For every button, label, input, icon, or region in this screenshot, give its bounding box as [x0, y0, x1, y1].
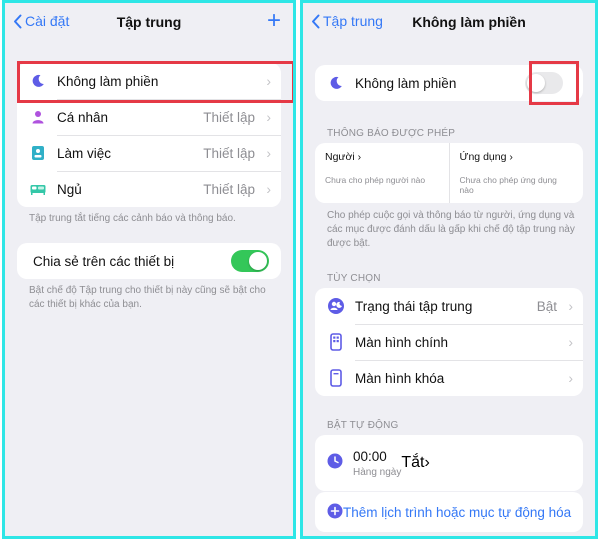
highlight-frame [529, 61, 579, 105]
option-label: Trạng thái tập trung [355, 298, 473, 314]
allowed-people-cell[interactable]: Người › Chưa cho phép người nào [315, 143, 449, 203]
chevron-right-icon: › [266, 109, 271, 125]
allowed-apps-subtitle: Chưa cho phép ứng dụng nào [459, 175, 557, 195]
schedule-text: 00:00 Hàng ngày [353, 449, 401, 478]
focus-mode-personal[interactable]: Cá nhân Thiết lập › [17, 99, 281, 135]
focus-mode-work[interactable]: Làm việc Thiết lập › [17, 135, 281, 171]
page-title: Không làm phiền [412, 14, 526, 30]
nav-bar: Cài đặt Tập trung + [5, 3, 293, 47]
do-not-disturb-screen: Tập trung Không làm phiền Không làm phiề… [300, 0, 598, 539]
allowed-footnote: Cho phép cuộc gọi và thông báo từ người,… [327, 210, 575, 249]
allowed-notifications-header: THÔNG BÁO ĐƯỢC PHÉP [327, 128, 456, 139]
chevron-left-icon [312, 14, 320, 28]
option-lock-screen[interactable]: Màn hình khóa › [315, 360, 583, 396]
clock-icon [327, 453, 343, 474]
focus-status-icon [327, 297, 345, 315]
share-toggle[interactable] [231, 250, 269, 272]
add-schedule-button[interactable]: Thêm lịch trình hoặc mục tự động hóa [315, 492, 583, 532]
allowed-people-subtitle: Chưa cho phép người nào [325, 175, 426, 185]
chevron-right-icon: › [568, 370, 573, 386]
nav-bar: Tập trung Không làm phiền [303, 3, 595, 47]
option-focus-status[interactable]: Trạng thái tập trung Bật › [315, 288, 583, 324]
person-icon [29, 108, 47, 126]
share-group: Chia sẻ trên các thiết bị [17, 243, 281, 279]
phone-home-icon [327, 333, 345, 351]
share-across-devices-row: Chia sẻ trên các thiết bị [17, 243, 281, 279]
focus-mode-value: Thiết lập [203, 109, 255, 125]
options-header: TÙY CHỌN [327, 273, 381, 284]
plus-circle-icon [327, 503, 343, 522]
option-label: Màn hình khóa [355, 370, 445, 386]
focus-mode-value: Thiết lập [203, 181, 255, 197]
focus-mode-label: Làm việc [57, 145, 112, 161]
add-schedule-label: Thêm lịch trình hoặc mục tự động hóa [343, 504, 572, 520]
moon-icon [327, 74, 345, 92]
schedule-time: 00:00 [353, 448, 387, 464]
modes-footnote: Tập trung tắt tiếng các cảnh báo và thôn… [29, 213, 236, 224]
schedule-row[interactable]: 00:00 Hàng ngày Tắt › [315, 435, 583, 491]
share-footnote: Bật chế độ Tập trung cho thiết bị này cũ… [29, 285, 266, 310]
schedule-group: 00:00 Hàng ngày Tắt › [315, 435, 583, 491]
allowed-apps-cell[interactable]: Ứng dụng › Chưa cho phép ứng dụng nào [448, 143, 584, 203]
focus-mode-value: Thiết lập [203, 145, 255, 161]
chevron-right-icon: › [424, 454, 430, 471]
share-label: Chia sẻ trên các thiết bị [33, 253, 175, 269]
focus-settings-screen: Cài đặt Tập trung + Không làm phiền › Cá… [2, 0, 296, 539]
id-badge-icon [29, 144, 47, 162]
option-label: Màn hình chính [355, 334, 449, 350]
chevron-right-icon: › [568, 298, 573, 314]
focus-mode-sleep[interactable]: Ngủ Thiết lập › [17, 171, 281, 207]
allowed-notifications-group: Người › Chưa cho phép người nào Ứng dụng… [315, 143, 583, 203]
bed-icon [29, 180, 47, 198]
phone-lock-icon [327, 369, 345, 387]
allowed-apps-title: Ứng dụng › [459, 151, 513, 163]
chevron-right-icon: › [266, 181, 271, 197]
focus-mode-label: Cá nhân [57, 109, 109, 125]
option-home-screen[interactable]: Màn hình chính › [315, 324, 583, 360]
option-value: Bật [536, 298, 557, 314]
allowed-people-title: Người › [325, 151, 362, 163]
add-focus-button[interactable]: + [267, 9, 281, 33]
toggle-knob [249, 252, 267, 270]
add-schedule-group: Thêm lịch trình hoặc mục tự động hóa [315, 492, 583, 532]
chevron-right-icon: › [266, 145, 271, 161]
options-list: Trạng thái tập trung Bật › Màn hình chín… [315, 288, 583, 396]
dnd-label: Không làm phiền [355, 75, 457, 91]
schedule-days: Hàng ngày [353, 466, 402, 478]
schedule-value: Tắt [401, 454, 425, 471]
page-title: Tập trung [116, 14, 182, 30]
focus-mode-label: Ngủ [57, 181, 82, 197]
chevron-right-icon: › [568, 334, 573, 350]
auto-enable-header: BẬT TỰ ĐỘNG [327, 420, 399, 431]
highlight-frame [17, 61, 293, 103]
